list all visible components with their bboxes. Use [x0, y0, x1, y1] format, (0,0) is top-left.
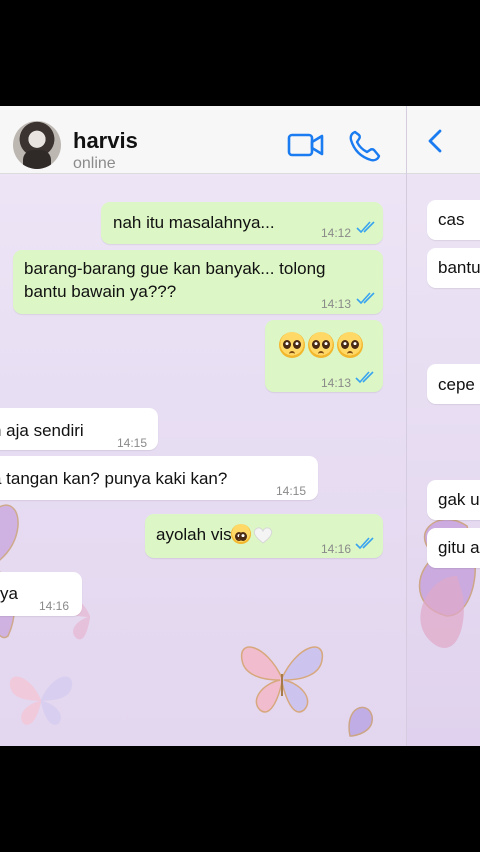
message-text: cas — [438, 210, 465, 229]
chat-panel: harvis online nah itu masalahnya... 14:1… — [0, 106, 407, 746]
pleading-face-emoji — [279, 332, 305, 358]
back-chevron-icon[interactable] — [425, 126, 445, 156]
double-check-icon — [355, 537, 374, 549]
double-check-icon — [356, 221, 375, 233]
message-text: ya — [0, 584, 18, 603]
message-bubble-incoming[interactable]: ya 14:16 — [0, 572, 82, 616]
message-time: 14:13 — [321, 297, 352, 311]
butterfly-decoration — [348, 706, 373, 737]
message-text: gak u — [438, 490, 480, 509]
contact-name[interactable]: harvis — [73, 128, 138, 154]
message-text: n aja sendiri — [0, 421, 84, 440]
message-text: cepe — [438, 375, 475, 394]
double-check-icon — [356, 292, 375, 304]
message-time: 14:12 — [321, 226, 352, 240]
message-text-line2: bantu bawain ya??? — [24, 282, 177, 301]
message-text: a tangan kan? punya kaki kan? — [0, 469, 228, 488]
message-text: ayolah vis — [156, 525, 232, 544]
butterfly-decoration — [0, 504, 19, 639]
message-bubble-incoming[interactable]: cas — [427, 200, 480, 240]
message-bubble-outgoing[interactable]: barang-barang gue kan banyak... tolong b… — [13, 250, 383, 314]
message-time: 14:13 — [321, 376, 352, 390]
message-time: 14:15 — [117, 436, 148, 450]
message-bubble-incoming[interactable]: a tangan kan? punya kaki kan? 14:15 — [0, 456, 318, 500]
message-bubble-outgoing[interactable]: 14:13 — [265, 320, 383, 392]
message-bubble-incoming[interactable]: bantu — [427, 248, 480, 288]
butterfly-decoration — [240, 646, 324, 713]
pleading-face-emoji — [337, 332, 363, 358]
second-chat-panel: cas bantu cepe gak u gitu a — [407, 106, 480, 746]
white-heart-emoji — [253, 527, 273, 544]
message-time: 14:16 — [39, 599, 70, 613]
double-check-icon — [355, 371, 374, 383]
avatar[interactable] — [13, 121, 61, 169]
second-chat-header — [407, 106, 480, 174]
message-text: nah itu masalahnya... — [113, 213, 275, 232]
message-bubble-outgoing[interactable]: nah itu masalahnya... 14:12 — [101, 202, 383, 244]
message-time: 14:16 — [321, 542, 352, 556]
video-call-icon[interactable] — [286, 128, 326, 162]
pleading-face-emoji — [231, 524, 251, 544]
screenshot-stage: harvis online nah itu masalahnya... 14:1… — [0, 0, 480, 852]
message-text: gitu a — [438, 538, 480, 557]
butterfly-decoration — [9, 676, 73, 725]
message-bubble-incoming[interactable]: n aja sendiri 14:15 — [0, 408, 158, 450]
emoji-row — [279, 332, 366, 358]
message-text-line1: barang-barang gue kan banyak... tolong — [24, 259, 326, 278]
message-time: 14:15 — [276, 484, 307, 498]
message-bubble-incoming[interactable]: cepe — [427, 364, 480, 404]
contact-status: online — [73, 155, 116, 172]
pleading-face-emoji — [308, 332, 334, 358]
message-text: bantu — [438, 258, 480, 277]
chat-header: harvis online — [0, 106, 407, 174]
message-bubble-incoming[interactable]: gak u — [427, 480, 480, 520]
phone-call-icon[interactable] — [346, 128, 386, 162]
message-bubble-outgoing[interactable]: ayolah vis 14:16 — [145, 514, 383, 558]
message-bubble-incoming[interactable]: gitu a — [427, 528, 480, 568]
